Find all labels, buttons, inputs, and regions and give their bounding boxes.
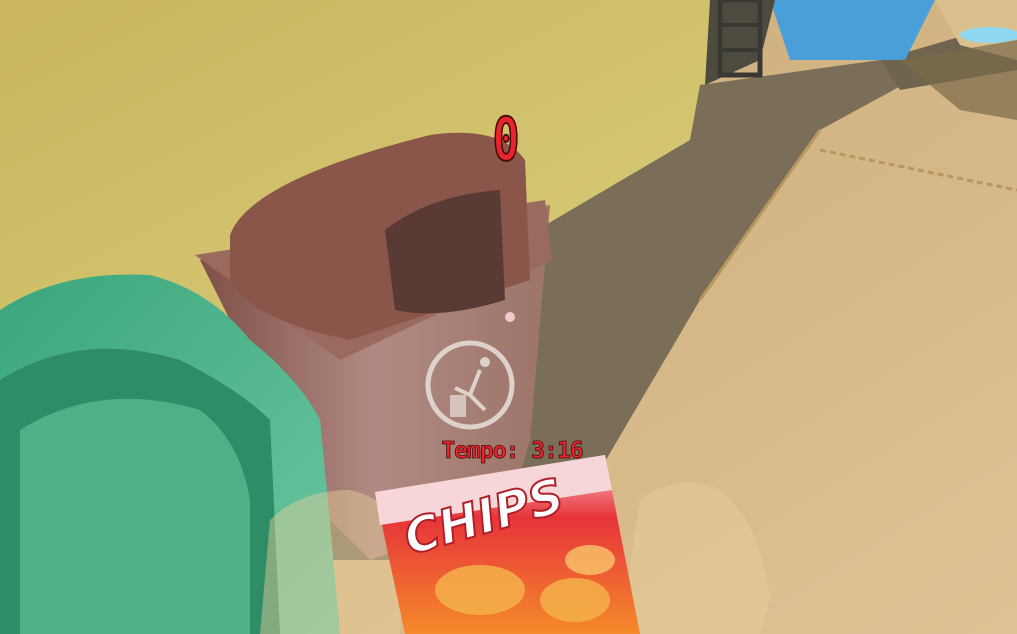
timer-label: Tempo: 3:16 bbox=[441, 438, 584, 465]
green-bin-inner bbox=[20, 398, 250, 634]
crosshair-icon bbox=[505, 312, 515, 322]
score-counter: 0 bbox=[492, 105, 521, 175]
